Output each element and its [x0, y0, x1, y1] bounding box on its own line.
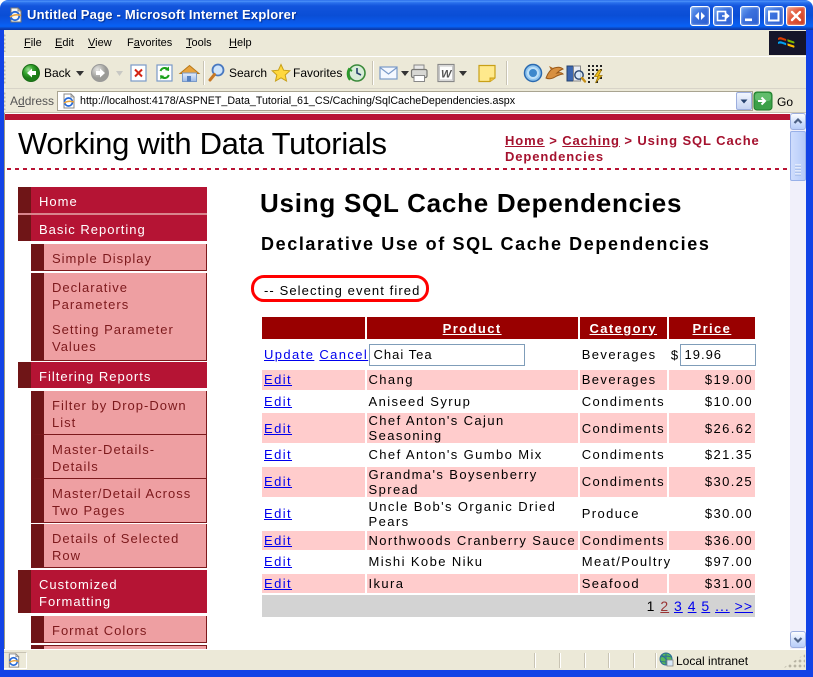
- svg-text:Go: Go: [777, 95, 793, 109]
- svg-text:Back: Back: [44, 66, 72, 80]
- svg-text:Search: Search: [229, 66, 267, 80]
- svg-text:Favorites: Favorites: [293, 66, 342, 80]
- svg-text:W: W: [441, 69, 453, 81]
